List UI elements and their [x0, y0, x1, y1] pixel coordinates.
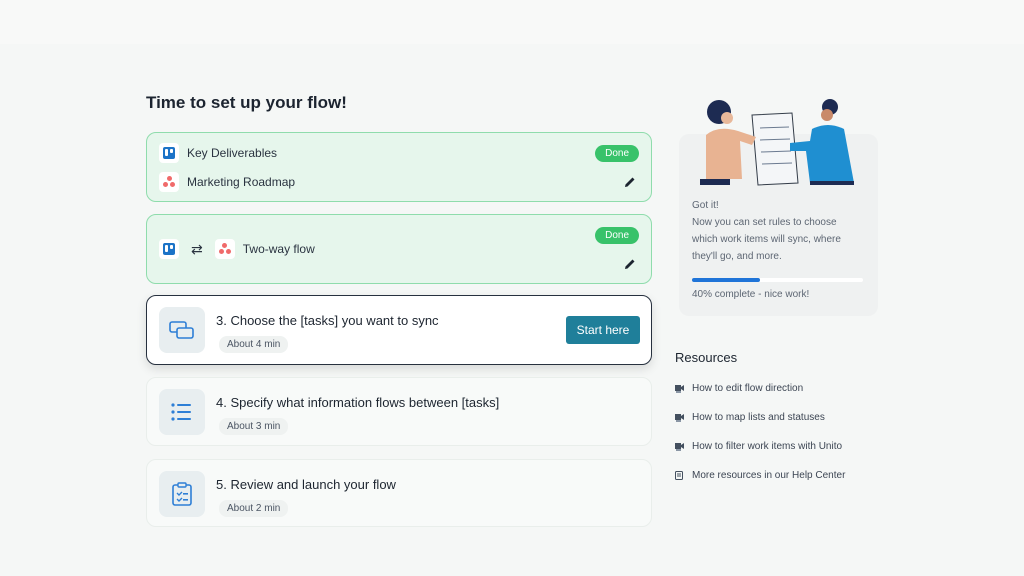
status-badge: Done: [595, 145, 639, 162]
target-app-label: Marketing Roadmap: [187, 175, 296, 189]
book-icon: [675, 471, 684, 480]
target-app-row: Marketing Roadmap: [159, 172, 295, 192]
two-way-arrows-icon: ⇄: [191, 240, 203, 257]
panel-heading: Got it!: [692, 200, 719, 211]
trello-icon: [159, 143, 179, 163]
panel-line: which work items will sync, where: [692, 234, 841, 245]
resource-link[interactable]: How to edit flow direction: [675, 383, 803, 394]
duration-chip: About 3 min: [219, 418, 289, 435]
resource-link[interactable]: More resources in our Help Center: [675, 470, 845, 481]
list-icon: [159, 389, 205, 435]
step-title: 5. Review and launch your flow: [216, 477, 396, 492]
video-icon: [675, 384, 684, 393]
progress-fill: [692, 278, 761, 282]
pencil-icon[interactable]: [623, 257, 637, 271]
source-app-row: Key Deliverables: [159, 143, 277, 163]
status-badge: Done: [595, 227, 639, 244]
step-4-card: 4. Specify what information flows betwee…: [146, 377, 652, 446]
video-icon: [675, 413, 684, 422]
step-3-card[interactable]: 3. Choose the [tasks] you want to sync A…: [146, 295, 652, 365]
step-2-card[interactable]: ⇄ Two-way flow Done: [146, 214, 652, 284]
step-5-card: 5. Review and launch your flow About 2 m…: [146, 459, 652, 527]
progress-bar: [692, 278, 863, 282]
step-title: 3. Choose the [tasks] you want to sync: [216, 313, 439, 328]
start-here-button[interactable]: Start here: [566, 316, 640, 344]
flow-direction-row: ⇄ Two-way flow: [159, 239, 315, 259]
resource-label: How to edit flow direction: [692, 383, 804, 394]
video-icon: [675, 442, 684, 451]
team-illustration: [700, 99, 854, 186]
duration-chip: About 2 min: [219, 500, 289, 517]
asana-icon: [159, 172, 179, 192]
step-title: 4. Specify what information flows betwee…: [216, 395, 500, 410]
duration-chip: About 4 min: [219, 336, 289, 353]
clipboard-check-icon: [159, 471, 205, 517]
resource-link[interactable]: How to map lists and statuses: [675, 412, 825, 423]
trello-icon: [159, 239, 179, 259]
flow-direction-label: Two-way flow: [242, 242, 315, 256]
step-1-card[interactable]: Key Deliverables Done Marketing Roadmap: [146, 132, 652, 202]
panel-line: they'll go, and more.: [692, 251, 782, 262]
resource-label: How to map lists and statuses: [692, 412, 825, 423]
page-title: Time to set up your flow!: [146, 93, 347, 112]
asana-icon: [214, 239, 235, 259]
pencil-icon[interactable]: [623, 175, 637, 189]
cards-icon: [159, 307, 205, 353]
resource-label: More resources in our Help Center: [692, 470, 846, 481]
progress-label: 40% complete - nice work!: [692, 289, 810, 300]
resource-link[interactable]: How to filter work items with Unito: [675, 441, 842, 452]
top-bar: [0, 0, 1024, 44]
panel-line: Now you can set rules to choose: [692, 217, 837, 228]
source-app-label: Key Deliverables: [187, 146, 278, 160]
resources-title: Resources: [675, 350, 738, 365]
resource-label: How to filter work items with Unito: [692, 441, 843, 452]
